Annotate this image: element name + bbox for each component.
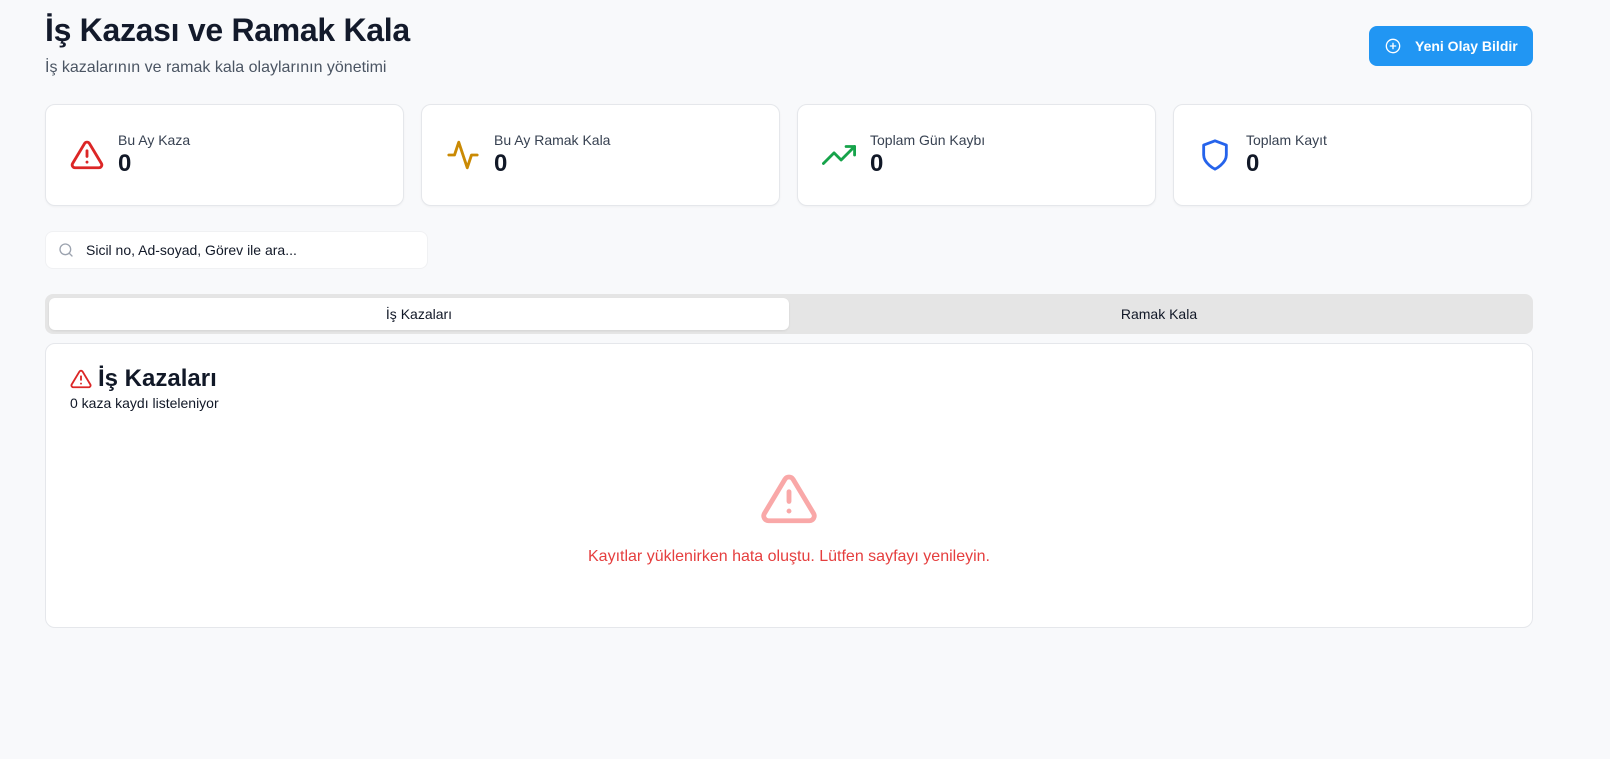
- stat-label: Toplam Kayıt: [1246, 132, 1327, 148]
- search-icon: [58, 242, 74, 258]
- shield-icon: [1198, 138, 1232, 172]
- stat-card-monthly-accidents: Bu Ay Kaza 0: [45, 104, 404, 206]
- error-message: Kayıtlar yüklenirken hata oluştu. Lütfen…: [588, 548, 990, 565]
- panel-subtitle: 0 kaza kaydı listeleniyor: [70, 395, 219, 411]
- plus-circle-icon: [1385, 38, 1401, 54]
- alert-triangle-icon: [758, 470, 820, 528]
- stat-card-lost-days: Toplam Gün Kaybı 0: [797, 104, 1156, 206]
- page-subtitle: İş kazalarının ve ramak kala olaylarının…: [45, 59, 387, 76]
- tab-work-accidents[interactable]: İş Kazaları: [49, 298, 789, 330]
- search-box[interactable]: [45, 231, 428, 269]
- error-state: Kayıtlar yüklenirken hata oluştu. Lütfen…: [46, 470, 1532, 566]
- stat-value: 0: [870, 150, 884, 177]
- stat-label: Toplam Gün Kaybı: [870, 132, 986, 148]
- stat-value: 0: [1246, 150, 1260, 177]
- stat-value: 0: [118, 150, 132, 177]
- tab-list: İş Kazaları Ramak Kala: [45, 294, 1533, 334]
- trending-up-icon: [822, 138, 856, 172]
- page-header: İş Kazası ve Ramak Kala İş kazalarının v…: [45, 10, 410, 78]
- stats-row: Bu Ay Kaza 0 Bu Ay Ramak Kala 0 Toplam G…: [45, 104, 1532, 206]
- new-incident-button[interactable]: Yeni Olay Bildir: [1369, 26, 1533, 66]
- page: İş Kazası ve Ramak Kala İş kazalarının v…: [0, 0, 1610, 759]
- stat-label: Bu Ay Ramak Kala: [494, 132, 611, 148]
- panel-title: İş Kazaları: [70, 364, 219, 394]
- alert-triangle-icon: [70, 138, 104, 172]
- stat-label: Bu Ay Kaza: [118, 132, 191, 148]
- new-incident-button-label: Yeni Olay Bildir: [1415, 38, 1518, 54]
- panel-header: İş Kazaları 0 kaza kaydı listeleniyor: [70, 364, 219, 412]
- activity-icon: [446, 138, 480, 172]
- stat-value: 0: [494, 150, 508, 177]
- search-input[interactable]: [86, 242, 406, 258]
- tab-near-miss[interactable]: Ramak Kala: [789, 298, 1529, 330]
- accidents-panel: İş Kazaları 0 kaza kaydı listeleniyor Ka…: [45, 343, 1533, 628]
- stat-card-total-records: Toplam Kayıt 0: [1173, 104, 1532, 206]
- alert-triangle-icon: [70, 368, 92, 390]
- stat-card-monthly-near-miss: Bu Ay Ramak Kala 0: [421, 104, 780, 206]
- panel-title-text: İş Kazaları: [98, 365, 217, 392]
- page-title: İş Kazası ve Ramak Kala: [45, 12, 410, 48]
